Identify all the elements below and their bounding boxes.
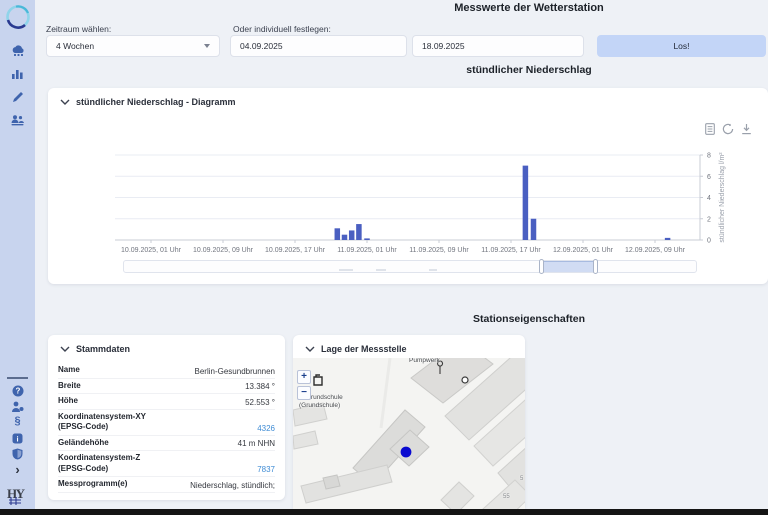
sidebar: ? § i › HY (0, 0, 35, 509)
row-label: Name (58, 365, 80, 376)
table-row: Koordinatensystem-Z (EPSG-Code) 7837 (58, 451, 275, 477)
row-label: Messprogramm(e) (58, 479, 127, 490)
svg-text:11.09.2025, 09 Uhr: 11.09.2025, 09 Uhr (409, 247, 469, 254)
row-value: 41 m NHN (238, 439, 275, 448)
sidebar-expand-icon[interactable]: › (0, 462, 35, 477)
row-label: Geländehöhe (58, 438, 109, 449)
map-zoom-controls: + − (297, 370, 311, 402)
row-label: Breite (58, 381, 81, 392)
svg-text:4: 4 (707, 195, 711, 202)
bar-10.09.2025, 22 Uhr (335, 228, 341, 240)
svg-text:?: ? (15, 387, 20, 396)
paragraph-icon[interactable]: § (0, 415, 35, 431)
stammdaten-table: Name Berlin-Gesundbrunnen Breite 13.384 ° Hö… (58, 363, 275, 493)
zoom-handle-right[interactable] (593, 259, 598, 274)
stations-icon[interactable] (0, 43, 35, 59)
table-row: Geländehöhe 41 m NHN (58, 436, 275, 452)
bar-11.09.2025, 01 Uhr (356, 224, 362, 240)
svg-text:12.09.2025, 01 Uhr: 12.09.2025, 01 Uhr (553, 247, 614, 254)
zoom-handle-left[interactable] (539, 259, 544, 274)
table-row: Koordinatensystem-XY (EPSG-Code) 4326 (58, 410, 275, 436)
date-from-input[interactable]: 04.09.2025 (230, 35, 407, 57)
row-label: Koordinatensystem-XY (EPSG-Code) (58, 412, 146, 433)
svg-text:12.09.2025, 09 Uhr: 12.09.2025, 09 Uhr (625, 247, 686, 254)
privacy-icon[interactable] (0, 447, 35, 463)
period-select[interactable]: 4 Wochen (46, 35, 220, 57)
page-title: Messwerte der Wetterstation (454, 2, 604, 14)
map-panel-header[interactable]: Lage der Messstelle (305, 344, 407, 354)
svg-text:2: 2 (707, 216, 711, 223)
chart-panel: stündlicher Niederschlag - Diagramm (48, 88, 768, 284)
date-to-value: 18.09.2025 (422, 41, 465, 51)
svg-text:11.09.2025, 01 Uhr: 11.09.2025, 01 Uhr (337, 247, 397, 254)
table-row: Höhe 52.553 ° (58, 394, 275, 410)
custom-range-label: Oder individuell festlegen: (233, 24, 331, 34)
stammdaten-panel: Stammdaten Name Berlin-Gesundbrunnen Breit… (48, 335, 285, 500)
map-panel: Lage der Messstelle (293, 335, 525, 509)
footer-logo: HY (4, 484, 32, 506)
section-title-precipitation: stündlicher Niederschlag (466, 64, 591, 76)
svg-text:0: 0 (707, 238, 711, 245)
chart-zoom-track[interactable] (123, 260, 697, 273)
map-label-school-2: (Grundschule) (299, 402, 340, 409)
map-house-number-2: 5 (520, 476, 523, 482)
table-row: Messprogramm(e) Niederschlag, stündlich; (58, 477, 275, 493)
bar-chart-icon[interactable] (0, 67, 35, 83)
stammdaten-panel-title: Stammdaten (76, 344, 130, 354)
svg-text:10.09.2025, 01 Uhr: 10.09.2025, 01 Uhr (121, 247, 182, 254)
user-settings-icon[interactable] (0, 400, 35, 416)
bar-11.09.2025, 18 Uhr (523, 166, 529, 240)
map-panel-title: Lage der Messstelle (321, 344, 407, 354)
chart-zoom-selection[interactable] (542, 261, 595, 272)
row-value: Niederschlag, stündlich; (190, 481, 275, 490)
sidebar-divider (7, 377, 28, 379)
period-select-value: 4 Wochen (56, 41, 94, 51)
map-tiles (293, 358, 525, 509)
row-value: Berlin-Gesundbrunnen (195, 367, 276, 376)
app-window: ? § i › HY M (0, 0, 768, 515)
bottom-bar (0, 509, 768, 515)
submit-button[interactable]: Los! (597, 35, 766, 57)
precipitation-bar-chart: 10.09.2025, 01 Uhr 10.09.2025, 09 Uhr 10.0… (48, 88, 768, 284)
svg-text:stündlicher Niederschlag l/m²: stündlicher Niederschlag l/m² (719, 152, 726, 243)
svg-text:6: 6 (707, 174, 711, 181)
station-marker[interactable] (399, 445, 413, 459)
row-label: Höhe (58, 396, 78, 407)
svg-text:11.09.2025, 17 Uhr: 11.09.2025, 17 Uhr (481, 247, 541, 254)
svg-text:10.09.2025, 09 Uhr: 10.09.2025, 09 Uhr (193, 247, 254, 254)
section-title-station: Stationseigenschaften (473, 313, 585, 325)
chevron-down-icon (204, 44, 210, 48)
help-icon[interactable]: ? (0, 384, 35, 400)
bar-11.09.2025, 00 Uhr (349, 230, 355, 240)
period-select-label: Zeitraum wählen: (46, 24, 111, 34)
map-house-number: 55 (503, 494, 510, 500)
map-viewport[interactable]: Pumpwerk H-Grundschule (Grundschule) 55 … (293, 358, 525, 509)
chevron-down-icon (60, 346, 70, 352)
row-value: 52.553 ° (245, 398, 275, 407)
date-from-value: 04.09.2025 (240, 41, 283, 51)
svg-text:i: i (16, 434, 18, 443)
svg-text:10.09.2025, 17 Uhr: 10.09.2025, 17 Uhr (265, 247, 326, 254)
epsg-code-link[interactable]: 4326 (257, 424, 275, 433)
bar-11.09.2025, 02 Uhr (364, 238, 370, 240)
chevron-down-icon (305, 346, 315, 352)
table-row: Name Berlin-Gesundbrunnen (58, 363, 275, 379)
map-label-pumpwerk: Pumpwerk (409, 358, 440, 364)
stammdaten-panel-header[interactable]: Stammdaten (60, 344, 130, 354)
app-logo[interactable] (3, 2, 33, 32)
row-label: Koordinatensystem-Z (EPSG-Code) (58, 453, 140, 474)
date-to-input[interactable]: 18.09.2025 (412, 35, 584, 57)
svg-text:8: 8 (707, 153, 711, 160)
epsg-code-link[interactable]: 7837 (257, 465, 275, 474)
map-zoom-in-button[interactable]: + (297, 370, 311, 384)
bar-11.09.2025, 19 Uhr (531, 219, 537, 240)
table-row: Breite 13.384 ° (58, 379, 275, 395)
imprint-icon[interactable]: i (0, 431, 35, 447)
users-icon[interactable] (0, 114, 35, 130)
bar-10.09.2025, 23 Uhr (342, 235, 348, 240)
row-value: 13.384 ° (245, 382, 275, 391)
bar-12.09.2025, 10 Uhr (665, 238, 671, 240)
map-zoom-out-button[interactable]: − (297, 386, 311, 400)
edit-icon[interactable] (0, 91, 35, 107)
